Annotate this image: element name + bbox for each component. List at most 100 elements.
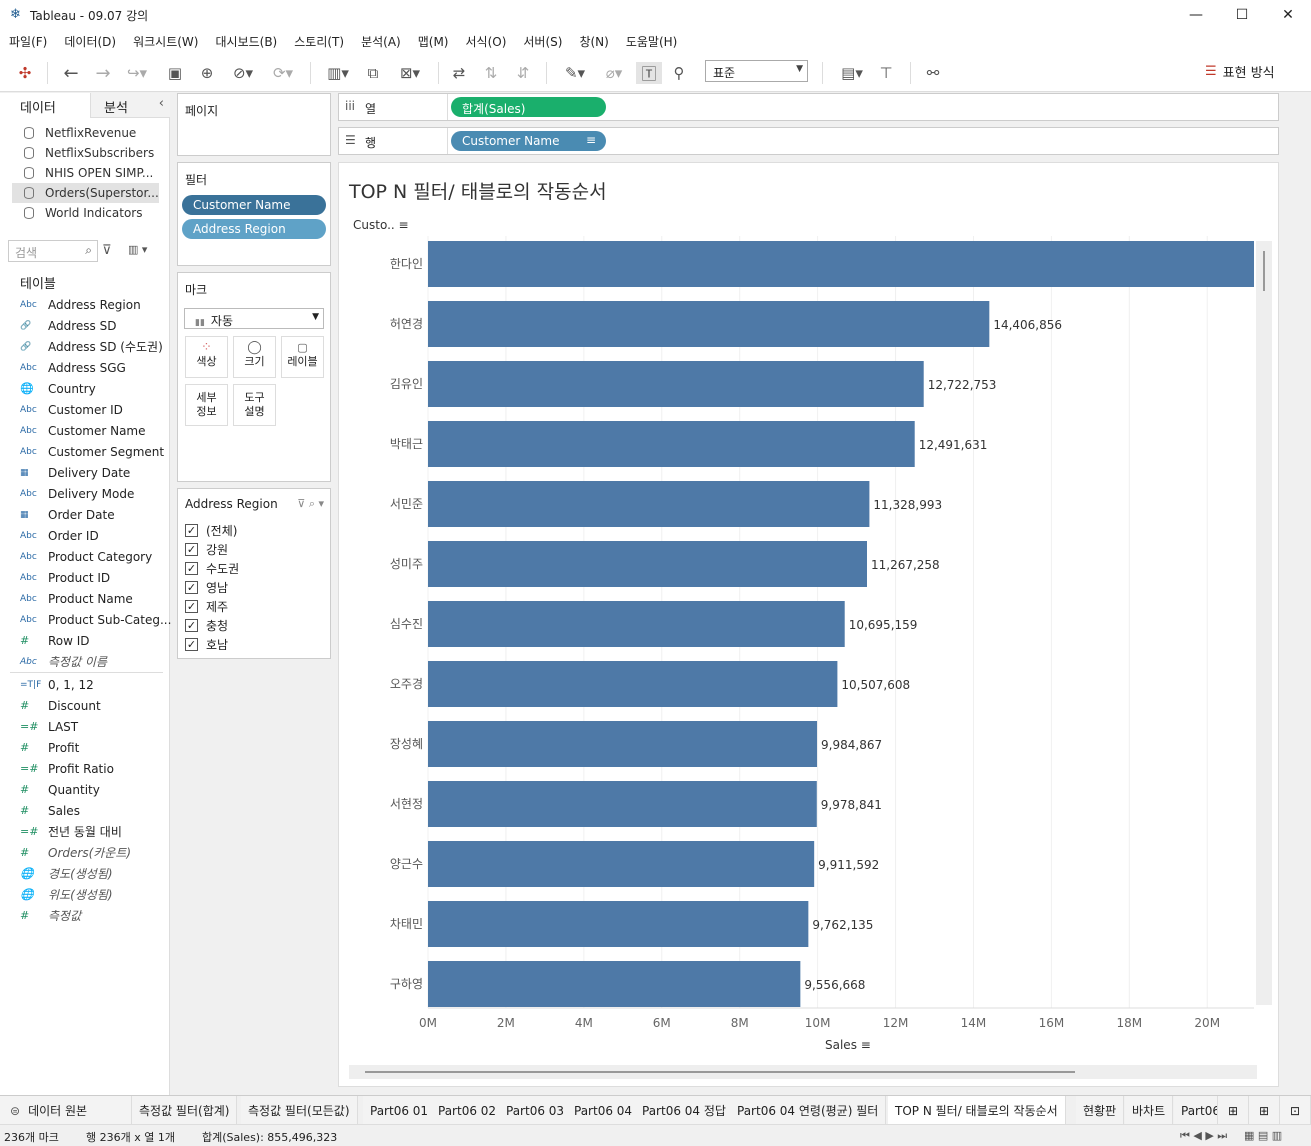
- tab-part06-04[interactable]: Part06 04: [567, 1096, 641, 1125]
- field-item[interactable]: Abc Address Region: [0, 294, 165, 315]
- field-item[interactable]: Abc Customer ID: [0, 399, 165, 420]
- filter-icon[interactable]: ⊽: [102, 243, 112, 258]
- close-button[interactable]: ✕: [1265, 0, 1311, 30]
- tab-part06-04-age-filter[interactable]: Part06 04 연령(평균) 필터: [730, 1096, 887, 1125]
- show-cards-icon[interactable]: ▤▾: [834, 62, 870, 84]
- datasource-item[interactable]: NHIS OPEN SIMP...: [12, 163, 159, 183]
- tab-part06-01[interactable]: Part06 01: [363, 1096, 437, 1125]
- menu-file[interactable]: 파일(F): [9, 33, 47, 50]
- field-item[interactable]: # Discount: [0, 695, 165, 716]
- field-item[interactable]: 🌐 경도(생성됨): [0, 863, 165, 884]
- view-options-icon[interactable]: ▥ ▾: [128, 243, 147, 256]
- filter-pill-address-region[interactable]: Address Region: [182, 219, 326, 239]
- field-item[interactable]: Abc Address SGG: [0, 357, 165, 378]
- new-story-tab-icon[interactable]: ⊡: [1280, 1096, 1311, 1125]
- menu-analysis[interactable]: 분석(A): [361, 33, 401, 50]
- filter-pill-customer-name[interactable]: Customer Name: [182, 195, 326, 215]
- menu-data[interactable]: 데이터(D): [64, 33, 116, 50]
- field-item[interactable]: =# Profit Ratio: [0, 758, 165, 779]
- new-dashboard-tab-icon[interactable]: ⊞: [1249, 1096, 1280, 1125]
- rows-pill-customer-name[interactable]: Customer Name ≡: [451, 131, 606, 151]
- menu-help[interactable]: 도움말(H): [626, 33, 678, 50]
- sort-ascending-icon[interactable]: ⇅: [480, 62, 502, 84]
- tableau-home-icon[interactable]: ✣: [15, 62, 35, 84]
- refresh-icon[interactable]: ⟳▾: [266, 62, 300, 84]
- field-item[interactable]: 🔗 Address SD: [0, 315, 165, 336]
- tab-part06-03[interactable]: Part06 03: [499, 1096, 573, 1125]
- color-button[interactable]: ⁘ 색상: [185, 336, 228, 378]
- pages-card[interactable]: 페이지: [177, 93, 331, 156]
- menu-format[interactable]: 서식(O): [466, 33, 507, 50]
- label-button[interactable]: ▢ 레이블: [281, 336, 324, 378]
- clear-sheet-icon[interactable]: ⊠▾: [392, 62, 428, 84]
- fit-select[interactable]: 표준 ▼: [705, 60, 808, 82]
- field-item[interactable]: =T|F 0, 1, 12: [0, 674, 165, 695]
- show-labels-icon[interactable]: 🅃: [636, 62, 662, 84]
- view-switch-icon[interactable]: ▦ ▤ ▥: [1244, 1129, 1282, 1142]
- vertical-scrollbar-thumb[interactable]: [1263, 251, 1265, 291]
- maximize-button[interactable]: ☐: [1219, 0, 1265, 30]
- field-item[interactable]: Abc Product Name: [0, 588, 165, 609]
- redo-icon[interactable]: →: [92, 62, 114, 84]
- tab-datasource[interactable]: ⊜ 데이터 원본: [0, 1096, 132, 1125]
- detail-button[interactable]: 세부 정보: [185, 384, 228, 426]
- presentation-icon[interactable]: ⊤: [875, 62, 897, 84]
- field-item[interactable]: =# LAST: [0, 716, 165, 737]
- field-item[interactable]: # Profit: [0, 737, 165, 758]
- menu-map[interactable]: 맵(M): [418, 33, 449, 50]
- tab-measure-filter-sum[interactable]: 측정값 필터(합계): [132, 1096, 238, 1125]
- region-checkbox[interactable]: ✓ 영남: [185, 578, 228, 597]
- menu-server[interactable]: 서버(S): [523, 33, 562, 50]
- tab-status-board[interactable]: 현황판: [1076, 1096, 1125, 1125]
- field-item[interactable]: # Row ID: [0, 630, 165, 651]
- datasource-item[interactable]: NetflixSubscribers: [12, 143, 159, 163]
- new-worksheet-tab-icon[interactable]: ⊞: [1218, 1096, 1249, 1125]
- field-item[interactable]: ▦ Order Date: [0, 504, 165, 525]
- sort-descending-icon[interactable]: ⇵: [512, 62, 534, 84]
- region-checkbox[interactable]: ✓ (전체): [185, 521, 237, 540]
- new-worksheet-icon[interactable]: ▥▾: [320, 62, 356, 84]
- duplicate-icon[interactable]: ⧉: [362, 62, 384, 84]
- highlight-icon[interactable]: ✎▾: [558, 62, 592, 84]
- search-input[interactable]: 검색 ⌕: [8, 240, 98, 262]
- region-checkbox[interactable]: ✓ 수도권: [185, 559, 239, 578]
- region-checkbox[interactable]: ✓ 충청: [185, 616, 228, 635]
- field-item[interactable]: Abc Customer Name: [0, 420, 165, 441]
- share-icon[interactable]: ⚯: [922, 62, 944, 84]
- minimize-button[interactable]: —: [1173, 0, 1219, 30]
- pin-icon[interactable]: ⚲: [668, 62, 690, 84]
- menu-window[interactable]: 창(N): [579, 33, 608, 50]
- field-item[interactable]: # Orders(카운트): [0, 842, 165, 863]
- region-checkbox[interactable]: ✓ 호남: [185, 635, 228, 654]
- field-item[interactable]: =# 전년 동월 대비: [0, 821, 165, 842]
- field-item[interactable]: # 측정값: [0, 905, 165, 926]
- field-item[interactable]: Abc Customer Segment: [0, 441, 165, 462]
- field-item[interactable]: ▦ Delivery Date: [0, 462, 165, 483]
- tab-data[interactable]: 데이터: [0, 93, 90, 118]
- group-icon[interactable]: ⌀▾: [597, 62, 631, 84]
- horizontal-scrollbar[interactable]: [349, 1065, 1257, 1079]
- menu-worksheet[interactable]: 워크시트(W): [133, 33, 198, 50]
- field-item[interactable]: Abc Product Category: [0, 546, 165, 567]
- field-item[interactable]: # Sales: [0, 800, 165, 821]
- filter-options-icon[interactable]: ⊽ ⌕ ▾: [297, 497, 324, 511]
- field-item[interactable]: 🔗 Address SD (수도권): [0, 336, 165, 357]
- tab-part06-04-answer[interactable]: Part06 04 정답: [635, 1096, 734, 1125]
- field-item[interactable]: Abc 측정값 이름: [0, 651, 165, 672]
- vertical-scrollbar[interactable]: [1256, 241, 1272, 1005]
- show-me-button[interactable]: ☰ 표현 방식: [1205, 62, 1275, 81]
- size-button[interactable]: ◯ 크기: [233, 336, 276, 378]
- menu-dashboard[interactable]: 대시보드(B): [215, 33, 277, 50]
- columns-pill-sum-sales[interactable]: 합계(Sales): [451, 97, 606, 117]
- undo-icon[interactable]: ←: [60, 62, 82, 84]
- field-item[interactable]: Abc Product Sub-Categ...: [0, 609, 171, 630]
- field-item[interactable]: 🌐 Country: [0, 378, 165, 399]
- save-icon[interactable]: ▣: [165, 62, 185, 84]
- tab-measure-filter-all[interactable]: 측정값 필터(모든값): [241, 1096, 358, 1125]
- field-item[interactable]: # Quantity: [0, 779, 165, 800]
- tab-analysis[interactable]: 분석 ‹: [90, 93, 170, 118]
- tab-part06-02[interactable]: Part06 02: [431, 1096, 505, 1125]
- datasource-options-icon[interactable]: ⊘▾: [228, 62, 258, 84]
- field-item[interactable]: Abc Delivery Mode: [0, 483, 165, 504]
- sheet-nav-icon[interactable]: ⏮ ◀ ▶ ⏭: [1180, 1129, 1227, 1143]
